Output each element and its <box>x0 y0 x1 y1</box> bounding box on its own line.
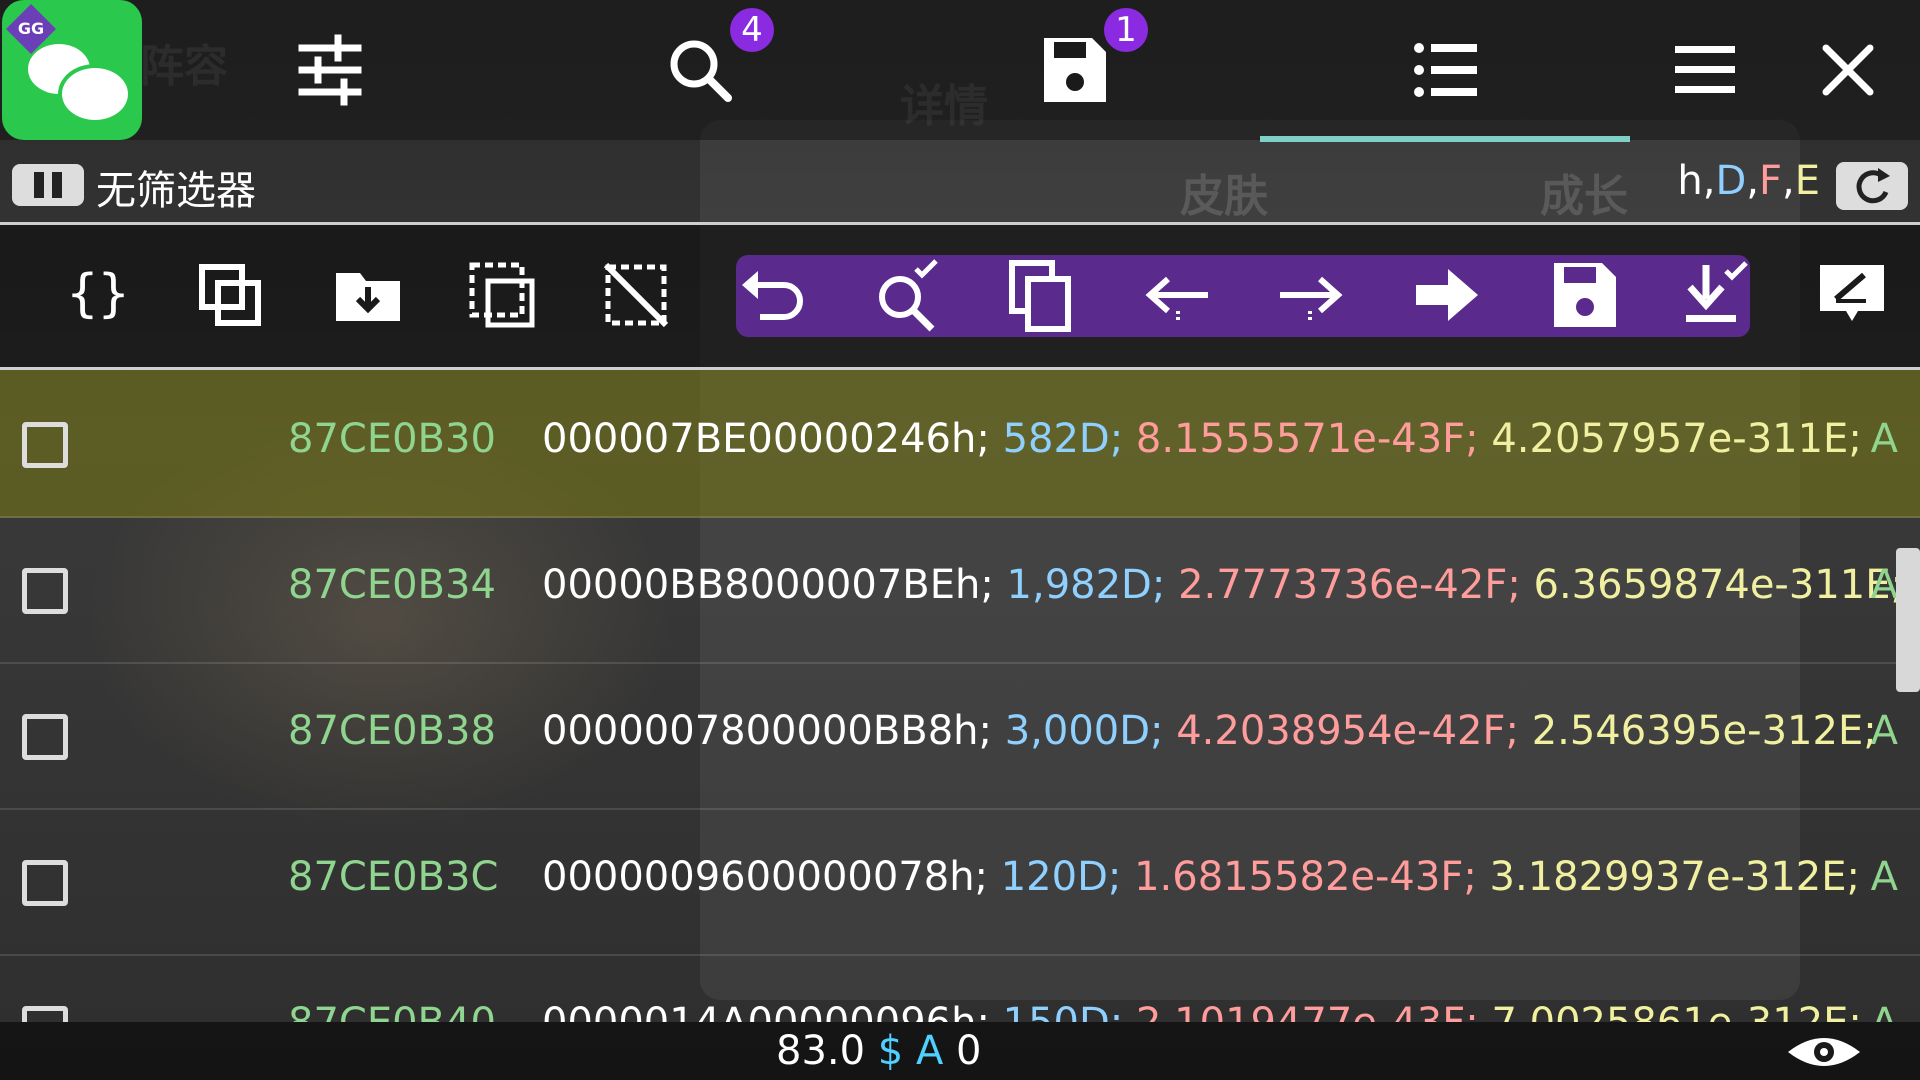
refresh-icon[interactable] <box>1836 162 1908 210</box>
row-address: 87CE0B34 <box>288 562 496 608</box>
list-icon[interactable] <box>1405 30 1485 110</box>
table-row[interactable]: 87CE0B38 0000007800000BB8h; 3,000D; 4.20… <box>0 662 1920 810</box>
row-values: 0000007800000BB8h; 3,000D; 4.2038954e-42… <box>542 708 1877 754</box>
table-row[interactable]: 87CE0B3C 0000009600000078h; 120D; 1.6815… <box>0 808 1920 956</box>
currency-symbol: $ <box>877 1028 904 1074</box>
row-region-flag: A <box>1870 708 1898 754</box>
search-icon[interactable] <box>660 30 740 110</box>
settings-sliders-icon[interactable] <box>290 30 370 110</box>
row-address: 87CE0B40 <box>288 1000 496 1022</box>
row-values: 0000014A00000096h; 150D; 2.1019477e-43F;… <box>542 1000 1862 1022</box>
row-region-flag: A <box>1870 854 1898 900</box>
status-bar: 83.0 $ A 0 <box>0 1022 1920 1080</box>
pause-bar-icon <box>34 172 44 198</box>
pause-button[interactable] <box>12 164 84 206</box>
edit-icon[interactable] <box>1812 255 1892 335</box>
table-row[interactable]: 87CE0B30 000007BE00000246h; 582D; 8.1555… <box>0 370 1920 518</box>
left-arrow-icon[interactable] <box>1138 255 1218 335</box>
search-check-icon[interactable] <box>866 255 946 335</box>
row-checkbox[interactable] <box>22 860 68 906</box>
row-checkbox[interactable] <box>22 568 68 614</box>
search-results-badge: 4 <box>730 8 774 52</box>
value-types[interactable]: h,D,F,E <box>1677 158 1820 204</box>
type-f: F <box>1758 158 1782 204</box>
undo-icon[interactable] <box>734 255 814 335</box>
close-icon[interactable] <box>1808 30 1888 110</box>
list-scrollbar[interactable] <box>1896 548 1920 692</box>
menu-icon[interactable] <box>1665 30 1745 110</box>
saved-list-badge: 1 <box>1104 8 1148 52</box>
row-values: 000007BE00000246h; 582D; 8.1555571e-43F;… <box>542 416 1862 462</box>
type-h: h <box>1677 158 1703 204</box>
filter-row: 无筛选器 h,D,F,E <box>0 150 1920 222</box>
save-icon[interactable] <box>1034 30 1114 110</box>
download-check-icon[interactable] <box>1676 255 1756 335</box>
tool-row: {} <box>0 225 1920 367</box>
row-region-flag: A <box>1870 562 1898 608</box>
save-icon[interactable] <box>1544 255 1624 335</box>
status-text: 83.0 $ A 0 <box>776 1028 982 1074</box>
folder-download-icon[interactable] <box>328 255 408 335</box>
row-values: 00000BB8000007BEh; 1,982D; 2.7773736e-42… <box>542 562 1904 608</box>
copy-icon[interactable] <box>1002 255 1082 335</box>
deselect-icon[interactable] <box>596 255 676 335</box>
row-checkbox[interactable] <box>22 714 68 760</box>
filter-label[interactable]: 无筛选器 <box>96 158 256 216</box>
table-row[interactable]: 87CE0B34 00000BB8000007BEh; 1,982D; 2.77… <box>0 516 1920 664</box>
results-list[interactable]: 87CE0B30 000007BE00000246h; 582D; 8.1555… <box>0 370 1920 1022</box>
chat-bubble-icon <box>58 64 132 124</box>
eye-icon[interactable] <box>1784 1032 1864 1072</box>
top-toolbar: GG 4 1 <box>0 0 1920 142</box>
pause-bar-icon <box>52 172 62 198</box>
select-range-icon[interactable] <box>462 255 542 335</box>
wechat-app-icon[interactable]: GG <box>2 0 142 140</box>
row-region-flag: A <box>1871 1000 1898 1022</box>
type-d: D <box>1715 158 1747 204</box>
row-address: 87CE0B30 <box>288 416 496 462</box>
row-region-flag: A <box>1870 416 1898 462</box>
region-value: A <box>915 1028 944 1074</box>
row-values: 0000009600000078h; 120D; 1.6815582e-43F;… <box>542 854 1860 900</box>
swap-icon[interactable] <box>190 255 270 335</box>
table-row[interactable]: 87CE0B40 0000014A00000096h; 150D; 2.1019… <box>0 954 1920 1022</box>
row-address: 87CE0B3C <box>288 854 499 900</box>
row-address: 87CE0B38 <box>288 708 496 754</box>
right-arrow-icon[interactable] <box>1270 255 1350 335</box>
speed-value: 83.0 <box>776 1028 866 1074</box>
active-tab-indicator <box>1260 136 1630 142</box>
braces-icon[interactable]: {} <box>58 255 138 335</box>
svg-text:{}: {} <box>67 264 130 324</box>
type-e: E <box>1794 158 1820 204</box>
goto-arrow-icon[interactable] <box>1406 255 1486 335</box>
count-value: 0 <box>956 1028 982 1074</box>
row-checkbox[interactable] <box>22 422 68 468</box>
row-checkbox[interactable] <box>22 1006 68 1022</box>
